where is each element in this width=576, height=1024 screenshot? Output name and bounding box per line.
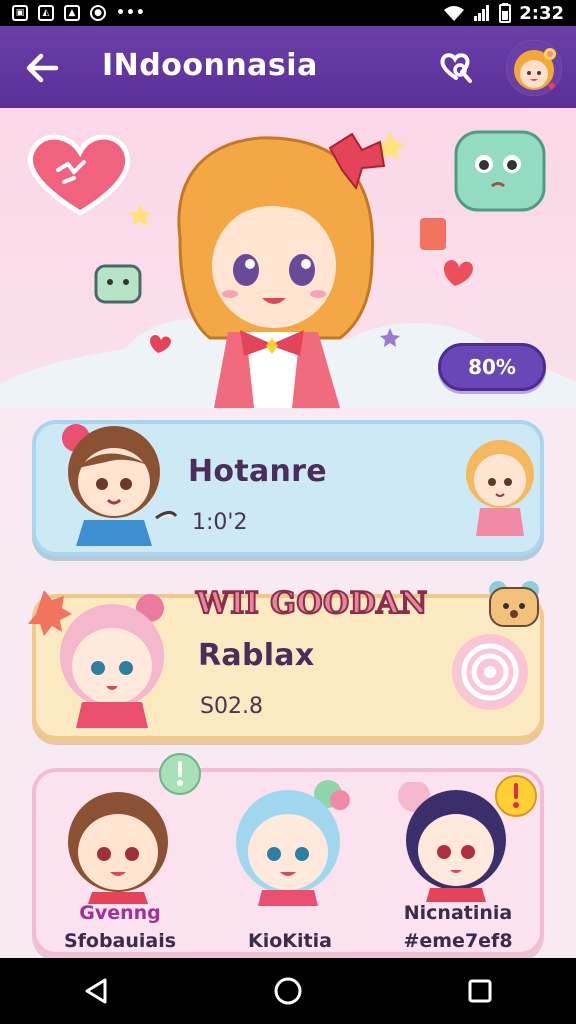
- friend-name-bottom: Sfobauiais: [63, 930, 177, 952]
- game-card-hotanre[interactable]: Hotanre 1:0'2: [32, 420, 544, 556]
- friend-avatar: [398, 782, 506, 902]
- candy-icon: [420, 218, 446, 250]
- status-bar: ▣ ◭ ▲ ● ••• 2:32: [0, 0, 576, 26]
- more-dots-icon: •••: [116, 5, 146, 21]
- friend-name-bottom: KioKitia: [248, 930, 332, 952]
- status-time: 2:32: [519, 2, 564, 24]
- image-icon: ◭: [38, 5, 54, 21]
- green-monster-icon: [454, 130, 546, 212]
- notification-icon: ▣: [12, 5, 28, 21]
- heart-search-icon: [440, 53, 472, 83]
- bear-sticker-icon: [489, 581, 539, 627]
- robot-sticker-icon: [94, 264, 142, 304]
- favorites-search-button[interactable]: [434, 46, 478, 90]
- card-banner-title: WII GOODAN: [195, 585, 428, 622]
- back-arrow-icon: [26, 53, 59, 83]
- character-avatar-blonde: [466, 440, 534, 536]
- status-left-icons: ▣ ◭ ▲ ● •••: [12, 5, 146, 21]
- card-subtitle: S02.8: [200, 694, 263, 719]
- card-subtitle: 1:0'2: [192, 510, 248, 535]
- battery-icon: [499, 3, 512, 23]
- friends-card[interactable]: Gvenng Sfobauiais KioKitia Nicnatinia #e…: [32, 753, 544, 956]
- heart-sticker-icon: [27, 134, 131, 216]
- spiral-target-button[interactable]: [452, 634, 528, 710]
- star-icon: [380, 328, 400, 347]
- friend-avatar: [68, 792, 168, 904]
- wifi-icon: [444, 6, 465, 21]
- spiral-icon: [461, 643, 519, 701]
- avatar-girl: [506, 40, 562, 96]
- progress-badge[interactable]: 80%: [438, 343, 546, 391]
- nav-recents-button[interactable]: [450, 961, 510, 1021]
- character-avatar-pink-hair: [28, 590, 164, 728]
- system-nav-bar: [0, 958, 576, 1024]
- gallery-icon: ▲: [64, 5, 80, 21]
- friend-name-top: Nicnatinia: [403, 902, 513, 924]
- character-avatar-brown-hair: [62, 424, 178, 546]
- star-icon: [128, 204, 152, 226]
- friend-item[interactable]: Nicnatinia #eme7ef8: [378, 780, 538, 954]
- friend-avatar: [236, 780, 350, 906]
- circle-app-icon: ●: [90, 5, 106, 21]
- profile-avatar-button[interactable]: [506, 40, 562, 96]
- home-circle-icon: [274, 977, 302, 1005]
- app-bar: INdoonnasia: [0, 26, 576, 108]
- friend-name-bottom: #eme7ef8: [403, 930, 513, 952]
- friend-name-top: Gvenng: [79, 902, 161, 924]
- back-button[interactable]: [22, 48, 62, 88]
- heart-icon: [443, 260, 473, 286]
- page-title: INdoonnasia: [102, 48, 318, 83]
- card-title: Rablax: [198, 638, 315, 673]
- main-character-illustration: [177, 132, 386, 408]
- progress-label: 80%: [468, 355, 516, 379]
- heart-icon: [150, 335, 171, 353]
- card-title: Hotanre: [188, 454, 327, 489]
- signal-icon: [474, 5, 490, 21]
- status-right-icons: 2:32: [443, 3, 564, 24]
- back-triangle-icon: [85, 978, 107, 1004]
- nav-home-button[interactable]: [258, 961, 318, 1021]
- friend-item[interactable]: Gvenng Sfobauiais: [40, 780, 200, 954]
- recents-square-icon: [468, 979, 492, 1003]
- nav-back-button[interactable]: [66, 961, 126, 1021]
- friend-item[interactable]: KioKitia: [210, 780, 370, 954]
